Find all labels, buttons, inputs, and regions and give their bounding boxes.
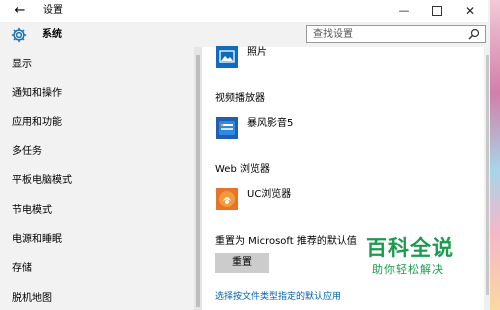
uc-browser-icon[interactable] [216,188,238,210]
search-icon[interactable] [468,28,480,40]
sidebar-scrollbar-thumb[interactable] [196,55,200,307]
sidebar-item-power-sleep[interactable]: 电源和睡眠 [12,233,62,247]
search-placeholder: 查找设置 [313,29,353,40]
video-player-heading: 视频播放器 [215,93,265,104]
sidebar-item-multitasking[interactable]: 多任务 [12,145,42,159]
photos-app-icon[interactable] [216,46,238,68]
choose-defaults-by-file-type-link[interactable]: 选择按文件类型指定的默认应用 [215,291,341,303]
content-scrollbar-thumb[interactable] [486,55,489,295]
window-title: 设置 [43,5,63,16]
sidebar-item-offline-maps[interactable]: 脱机地图 [12,292,52,306]
gear-icon [11,27,27,43]
maximize-button[interactable] [421,0,453,22]
maximize-icon [432,6,442,16]
photo-glyph [219,50,235,63]
minimize-button[interactable]: — [388,0,420,22]
sidebar-item-display[interactable]: 显示 [12,58,32,72]
sidebar-item-notifications[interactable]: 通知和操作 [12,87,62,101]
uc-glyph [219,191,235,207]
baofeng-glyph [219,121,235,135]
close-button[interactable]: ✕ [454,0,486,22]
sidebar: 显示 通知和操作 应用和功能 多任务 平板电脑模式 节电模式 电源和睡眠 存储 … [0,47,194,310]
title-bar: ← 设置 — ✕ [0,0,488,22]
sidebar-item-battery-saver[interactable]: 节电模式 [12,204,52,218]
baofeng-app-label[interactable]: 暴风影音5 [247,117,293,131]
page-title: 系统 [42,29,62,40]
photos-app-label[interactable]: 照片 [247,46,267,60]
reset-heading: 重置为 Microsoft 推荐的默认值 [215,236,357,247]
sidebar-item-storage[interactable]: 存储 [12,262,32,276]
baofeng-app-icon[interactable] [216,117,238,139]
sidebar-item-apps-features[interactable]: 应用和功能 [12,116,62,130]
web-browser-heading: Web 浏览器 [215,164,270,175]
watermark-title: 百科全说 [366,236,454,260]
back-arrow-icon[interactable]: ← [12,3,28,19]
uc-browser-label[interactable]: UC浏览器 [247,188,291,202]
sidebar-item-tablet-mode[interactable]: 平板电脑模式 [12,174,72,188]
settings-header: 系统 查找设置 [0,22,488,47]
desktop-background [490,0,500,310]
watermark-subtitle: 助你轻松解决 [372,263,444,276]
search-input[interactable]: 查找设置 [306,25,486,43]
reset-button[interactable]: 重置 [215,253,269,273]
